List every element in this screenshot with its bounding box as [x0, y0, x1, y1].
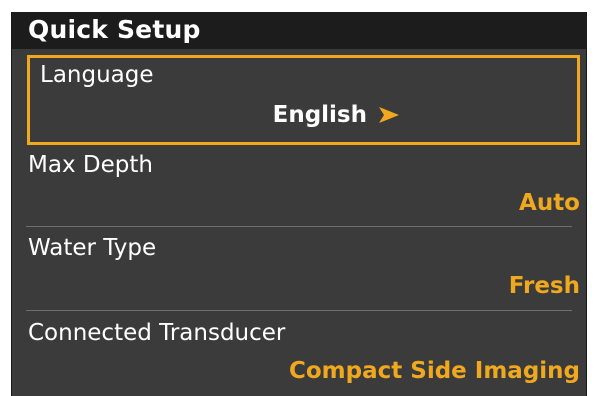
menu-item-value: Fresh — [508, 273, 580, 299]
menu-item-value-group: English — [273, 100, 401, 130]
menu-item-label: Water Type — [28, 235, 157, 261]
menu-title: Quick Setup — [28, 15, 201, 44]
menu-divider — [26, 310, 572, 311]
menu-item-label: Connected Transducer — [28, 320, 286, 346]
menu-item-connected-transducer[interactable]: Connected Transducer Compact Side Imagin… — [18, 314, 580, 396]
menu-item-value: Auto — [519, 190, 580, 216]
menu-item-label: Language — [40, 62, 154, 88]
menu-item-water-type[interactable]: Water Type Fresh — [18, 229, 580, 309]
menu-item-value: Compact Side Imaging — [288, 358, 580, 384]
menu-item-label: Max Depth — [28, 152, 153, 178]
menu-item-language[interactable]: Language English — [27, 55, 580, 145]
chevron-right-icon — [379, 107, 399, 123]
menu-item-value: English — [272, 102, 367, 128]
menu-title-bar: Quick Setup — [12, 12, 586, 49]
quick-setup-menu: Quick Setup Language English Max Depth A… — [11, 12, 587, 396]
menu-item-max-depth[interactable]: Max Depth Auto — [18, 146, 580, 226]
menu-divider — [26, 226, 572, 227]
